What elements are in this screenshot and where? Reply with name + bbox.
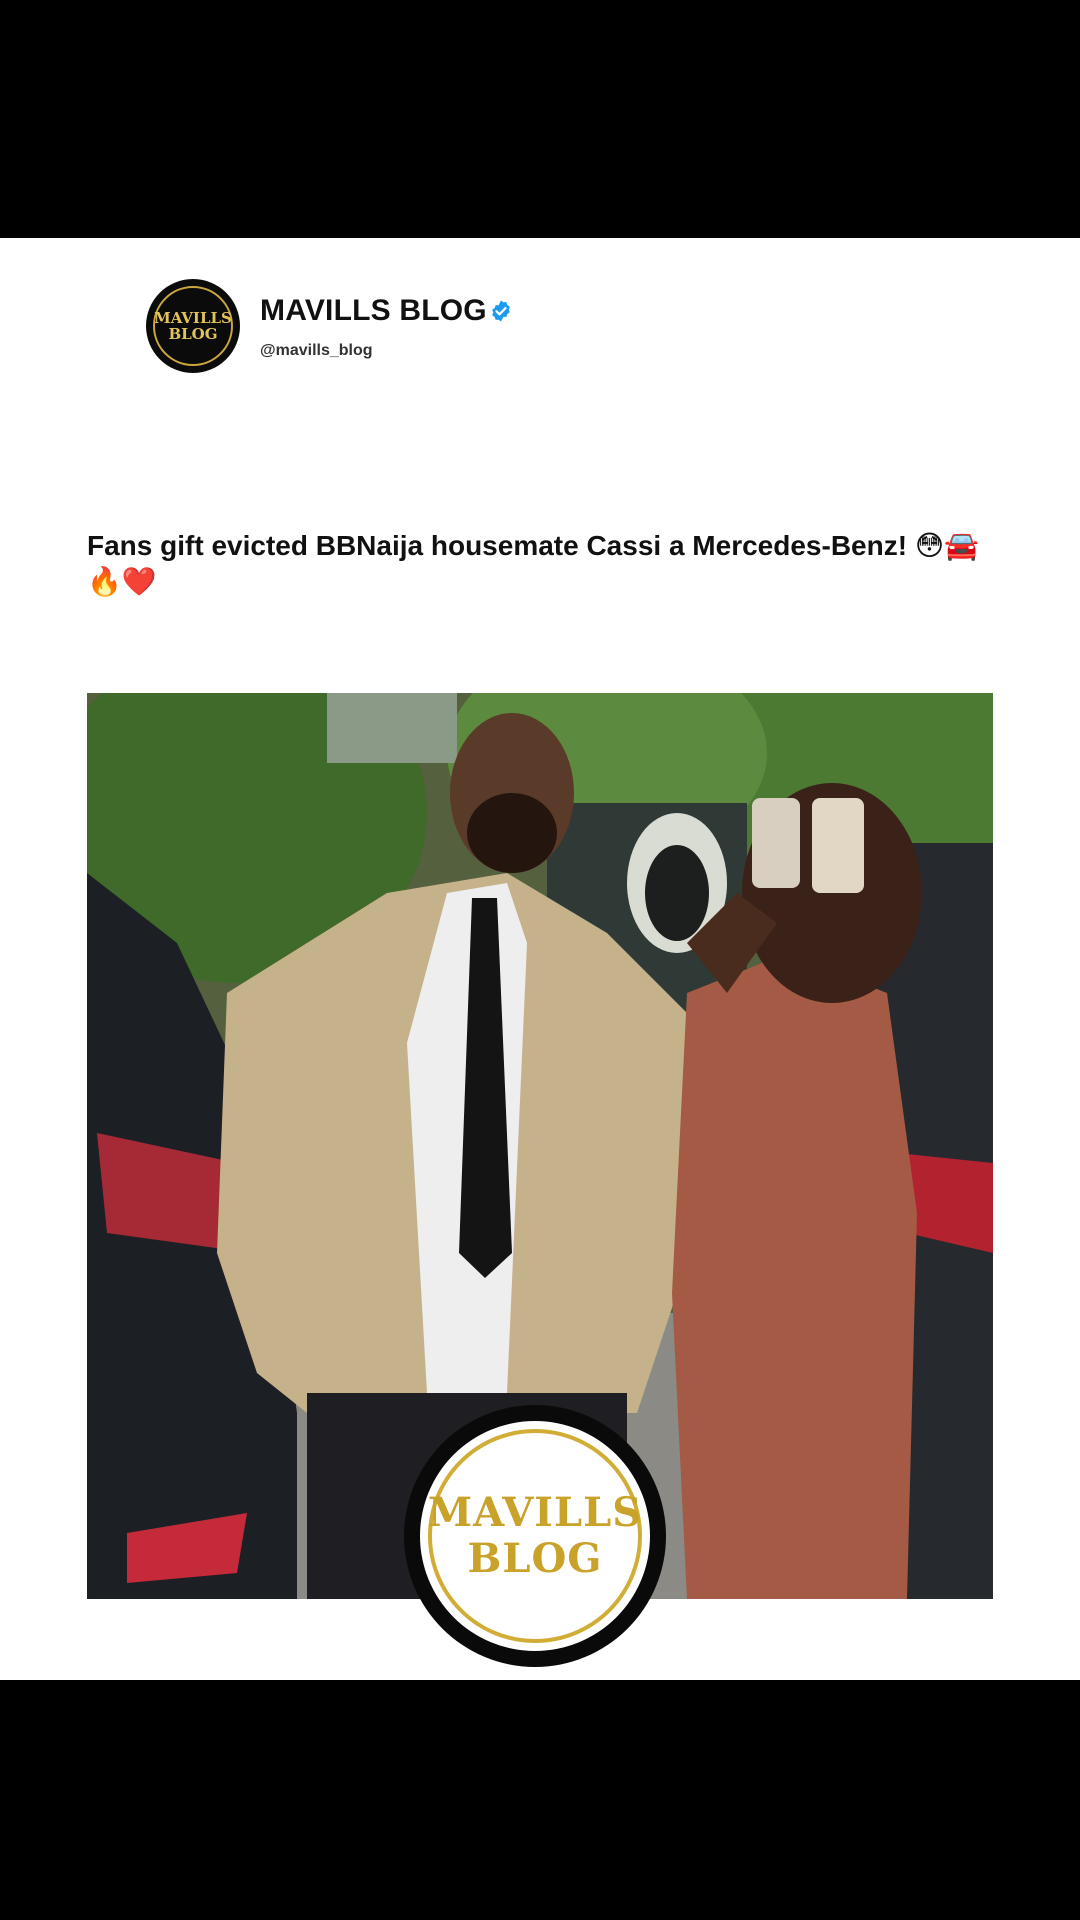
display-name[interactable]: MAVILLS BLOG	[260, 294, 487, 328]
watermark-inner: MAVILLS BLOG	[420, 1421, 650, 1651]
avatar-logo-ring: MAVILLS BLOG	[153, 286, 233, 366]
watermark-ring: MAVILLS BLOG	[428, 1429, 642, 1643]
top-letterbox	[0, 0, 1080, 238]
watermark-line1: MAVILLS	[427, 1489, 643, 1536]
handle[interactable]: @mavills_blog	[260, 342, 373, 360]
post-caption: Fans gift evicted BBNaija housemate Cass…	[87, 530, 979, 597]
watermark-line2: BLOG	[467, 1535, 603, 1582]
avatar[interactable]: MAVILLS BLOG	[146, 279, 240, 373]
avatar-logo-line1: MAVILLS	[154, 309, 232, 327]
avatar-logo-line2: BLOG	[168, 325, 218, 343]
author-name-row[interactable]: MAVILLS BLOG	[260, 294, 513, 328]
mavills-blog-watermark: MAVILLS BLOG	[404, 1405, 666, 1667]
bottom-letterbox	[0, 1680, 1080, 1920]
verified-badge-icon	[489, 299, 513, 323]
